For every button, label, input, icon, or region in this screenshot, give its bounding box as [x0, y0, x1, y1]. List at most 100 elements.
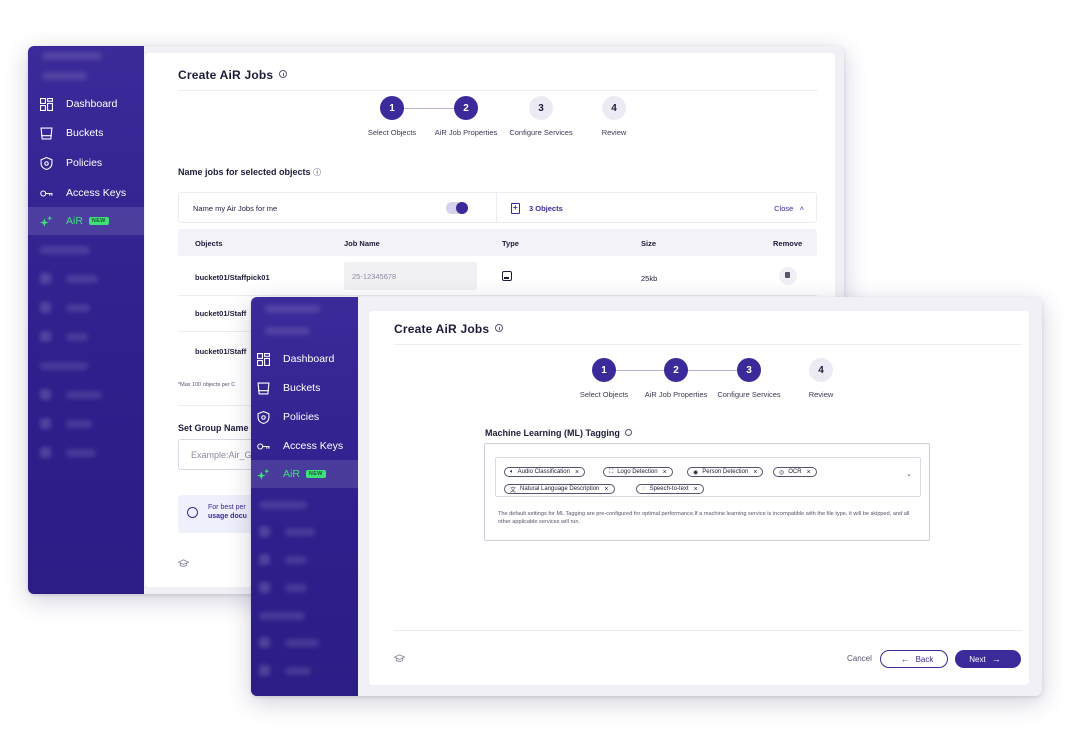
- chip-ocr[interactable]: ◎ OCR ×: [773, 467, 817, 477]
- ml-services-select[interactable]: 🔈︎ Audio Classification × ⛶ Logo Detection ×…: [495, 457, 921, 497]
- remove-chip-icon[interactable]: ×: [753, 469, 757, 476]
- blurred-icon: [259, 665, 270, 676]
- name-jobs-heading: Name jobs for selected objects ⓘ: [178, 167, 322, 177]
- blurred-nav-item: [265, 305, 320, 313]
- step-3: 3: [529, 96, 553, 120]
- step-4-label: Review: [808, 390, 834, 399]
- blurred-nav-item: [285, 528, 315, 536]
- chip-logo-detection[interactable]: ⛶ Logo Detection ×: [603, 467, 673, 477]
- ml-tagging-panel: 🔈︎ Audio Classification × ⛶ Logo Detection ×…: [484, 443, 930, 541]
- step-3-label: Configure Services: [509, 128, 573, 137]
- graduation-cap-icon[interactable]: [177, 556, 190, 567]
- sidebar-item-label: Policies: [66, 157, 103, 169]
- front-window: Dashboard Buckets Policies Access Keys A…: [251, 297, 1042, 696]
- new-badge: NEW: [88, 217, 109, 225]
- arrow-right-icon: →: [991, 654, 1001, 664]
- auto-name-label: Name my Air Jobs for me: [193, 204, 278, 213]
- column-header: Size: [641, 239, 657, 248]
- chip-audio-classification[interactable]: 🔈︎ Audio Classification ×: [504, 467, 586, 477]
- new-badge: NEW: [305, 470, 326, 478]
- sidebar-item-access-keys[interactable]: Access Keys: [257, 438, 358, 454]
- remove-chip-icon[interactable]: ×: [807, 469, 811, 476]
- sidebar-item-policies[interactable]: Policies: [257, 409, 358, 425]
- sidebar-item-label: Access Keys: [283, 440, 344, 452]
- chevron-down-icon[interactable]: ⌄: [906, 470, 912, 478]
- policy-shield-icon: [257, 410, 270, 424]
- blurred-nav-item: [285, 584, 307, 592]
- sidebar-item-label: Dashboard: [66, 98, 118, 110]
- person-icon: ◉: [693, 469, 699, 476]
- graduation-cap-icon[interactable]: [393, 651, 406, 662]
- sidebar-item-policies[interactable]: Policies: [40, 155, 144, 171]
- job-name-input[interactable]: 25-12345678: [344, 262, 477, 290]
- blurred-nav-item: [265, 327, 310, 335]
- chip-person-detection[interactable]: ◉ Person Detection ×: [687, 467, 764, 477]
- blurred-icon: [40, 302, 51, 313]
- blurred-nav-item: [285, 556, 307, 564]
- chip-speech-to-text[interactable]: ◌ Speech-to-text ×: [636, 484, 704, 494]
- blurred-nav-item: [66, 304, 90, 312]
- blurred-icon: [40, 389, 51, 400]
- close-objects-link[interactable]: Close ˄: [774, 204, 804, 213]
- sidebar: Dashboard Buckets Policies Access Keys A…: [28, 46, 144, 594]
- blurred-nav-item: [285, 667, 311, 675]
- key-icon: [257, 440, 270, 453]
- info-icon: [279, 70, 288, 78]
- remove-trash-icon[interactable]: [779, 267, 797, 285]
- sidebar-item-label: Dashboard: [283, 353, 335, 365]
- auto-name-toggle[interactable]: [446, 202, 468, 214]
- divider: [496, 193, 497, 222]
- table-cell-size: 25kb: [641, 274, 658, 283]
- next-button[interactable]: Next →: [955, 650, 1021, 668]
- ml-tagging-heading: Machine Learning (ML) Tagging: [485, 428, 632, 438]
- speaker-icon: 🔈︎: [510, 468, 514, 475]
- sidebar-item-label: Buckets: [66, 127, 104, 139]
- blurred-nav-item: [40, 246, 90, 254]
- blurred-icon: [259, 582, 270, 593]
- divider: [178, 90, 818, 91]
- table-cell-object: bucket01/Staffpick01: [195, 273, 270, 282]
- blurred-icon: [259, 526, 270, 537]
- eye-icon: ◎: [779, 469, 785, 476]
- sidebar-item-label: Access Keys: [66, 187, 127, 199]
- blurred-nav-item: [42, 52, 102, 60]
- table-cell-object: bucket01/Staff: [195, 347, 247, 356]
- sidebar-item-label: Buckets: [283, 382, 321, 394]
- sidebar-item-air[interactable]: AiR NEW: [251, 460, 358, 488]
- remove-chip-icon[interactable]: ×: [694, 486, 698, 493]
- usage-tip-box: For best per usage docu: [178, 495, 258, 533]
- step-4: 4: [809, 358, 833, 382]
- group-name-input[interactable]: Example:Air_G: [178, 439, 258, 470]
- step-3: 3: [737, 358, 761, 382]
- blurred-icon: [40, 418, 51, 429]
- step-1: 1: [592, 358, 616, 382]
- sidebar-item-access-keys[interactable]: Access Keys: [40, 185, 144, 201]
- sidebar-item-dashboard[interactable]: Dashboard: [257, 351, 358, 367]
- sidebar-item-label: AiR: [66, 215, 83, 227]
- back-button[interactable]: ← Back: [880, 650, 948, 668]
- arrow-left-icon: ←: [900, 654, 910, 664]
- ml-default-note: The default settings for ML Tagging are …: [498, 511, 910, 525]
- sidebar-item-buckets[interactable]: Buckets: [40, 125, 144, 141]
- sidebar-item-label: AiR: [283, 468, 300, 480]
- chip-natural-language-description[interactable]: 文 Natural Language Description ×: [504, 484, 615, 494]
- name-jobs-bar: Name my Air Jobs for me 3 Objects Close …: [178, 192, 817, 223]
- tip-text: For best per usage docu: [208, 504, 247, 520]
- group-name-heading: Set Group Name: [178, 423, 249, 433]
- bucket-icon: [257, 382, 270, 395]
- sidebar-item-air[interactable]: AiR NEW: [28, 207, 144, 235]
- info-icon: [187, 507, 198, 518]
- blurred-nav-item: [259, 612, 305, 620]
- sidebar-item-dashboard[interactable]: Dashboard: [40, 96, 144, 112]
- blurred-icon: [40, 273, 51, 284]
- blurred-nav-item: [66, 275, 98, 283]
- cancel-button[interactable]: Cancel: [847, 654, 872, 663]
- create-jobs-card: Create AiR Jobs 1 2 3 4 Select Objects A…: [369, 311, 1029, 685]
- remove-chip-icon[interactable]: ×: [575, 469, 579, 476]
- remove-chip-icon[interactable]: ×: [663, 469, 667, 476]
- blurred-icon: [40, 331, 51, 342]
- remove-chip-icon[interactable]: ×: [604, 486, 608, 493]
- add-document-icon: [511, 203, 520, 214]
- sidebar-item-buckets[interactable]: Buckets: [257, 380, 358, 396]
- column-header: Remove: [773, 239, 803, 248]
